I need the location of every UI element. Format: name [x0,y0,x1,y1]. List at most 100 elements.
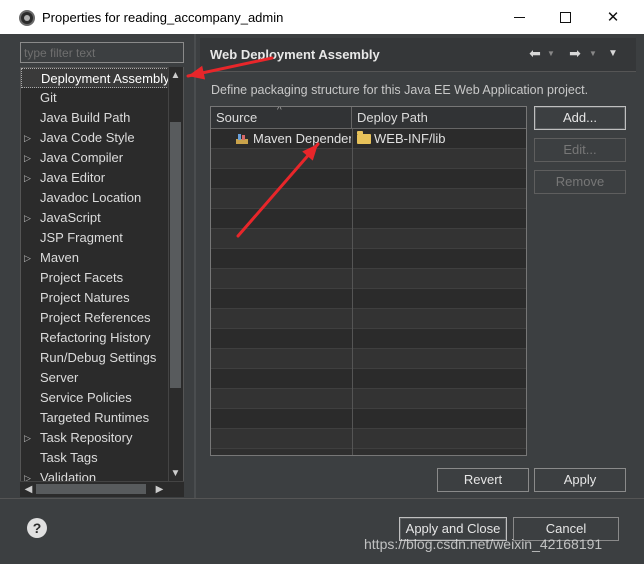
table-row[interactable] [211,289,526,309]
tree-item[interactable]: ▷ Java Editor [21,168,169,188]
tree-item[interactable]: Task Tags [21,448,169,468]
sort-caret-icon: ^ [277,106,282,116]
minimize-button[interactable] [496,0,542,34]
table-row[interactable] [211,249,526,269]
table-row[interactable]: Maven Dependen WEB-INF/lib [211,129,526,149]
tree-item-label: Task Repository [40,430,133,445]
close-icon: ✕ [606,9,620,26]
expand-arrow-icon[interactable]: ▷ [24,208,31,228]
filter-input[interactable] [20,42,184,63]
tree-item-label: Run/Debug Settings [40,350,157,365]
column-divider [352,129,353,455]
tree-hscroll-thumb[interactable] [36,484,146,494]
table-row[interactable] [211,309,526,329]
tree-item[interactable]: ▷ JavaScript [21,208,169,228]
help-icon[interactable]: ? [27,518,47,538]
expand-arrow-icon[interactable]: ▷ [24,248,31,268]
tree-item[interactable]: Java Build Path [21,108,169,128]
tree-item[interactable]: Targeted Runtimes [21,408,169,428]
revert-button[interactable]: Revert [437,468,529,492]
expand-arrow-icon[interactable]: ▷ [24,168,31,188]
watermark: https://blog.csdn.net/weixin_42168191 [364,536,603,552]
table-row[interactable] [211,149,526,169]
tree-item[interactable]: Server [21,368,169,388]
title-bar: Properties for reading_accompany_admin ✕ [0,0,644,34]
back-arrow-icon[interactable]: ⬅ [526,44,544,62]
eclipse-icon [19,10,35,26]
tree-item-label: JSP Fragment [40,230,123,245]
tree-item[interactable]: Service Policies [21,388,169,408]
column-header-source[interactable]: Source ^ [211,107,352,129]
table-row[interactable] [211,269,526,289]
tree-item[interactable]: Project Facets [21,268,169,288]
footer-divider [0,498,644,499]
assembly-table: Source ^ Deploy Path Maven Dependen WEB-I… [210,106,527,456]
tree-item-label: Java Build Path [40,110,131,125]
table-row[interactable] [211,349,526,369]
tree-item-label: Git [40,90,57,105]
tree-item-label: Java Editor [40,170,106,185]
tree-item[interactable]: Refactoring History [21,328,169,348]
tree-item-label: JavaScript [40,210,101,225]
back-menu-icon[interactable]: ▼ [546,44,556,62]
scroll-up-icon[interactable]: ▲ [168,68,183,83]
tree-item[interactable]: Project References [21,308,169,328]
table-row[interactable] [211,229,526,249]
scroll-right-icon[interactable]: ▶ [152,482,167,497]
tree-item[interactable]: Git [21,88,169,108]
table-row[interactable] [211,329,526,349]
table-row[interactable] [211,389,526,409]
forward-menu-icon[interactable]: ▼ [588,44,598,62]
tree-item[interactable]: Deployment Assembly [21,68,170,88]
table-row[interactable] [211,189,526,209]
tree-item-label: Deployment Assembly [41,71,170,86]
remove-button[interactable]: Remove [534,170,626,194]
tree-item-label: Project Facets [40,270,124,285]
tree-item-label: Task Tags [40,450,98,465]
close-button[interactable]: ✕ [590,0,636,34]
edit-button[interactable]: Edit... [534,138,626,162]
apply-button[interactable]: Apply [534,468,626,492]
tree-item[interactable]: ▷ Maven [21,248,169,268]
tree-item[interactable]: Run/Debug Settings [21,348,169,368]
scroll-left-icon[interactable]: ◀ [21,482,36,497]
column-header-deploy-path[interactable]: Deploy Path [352,107,526,129]
tree-item[interactable]: JSP Fragment [21,228,169,248]
tree-item[interactable]: ▷ Java Code Style [21,128,169,148]
tree-item-label: Server [40,370,79,385]
tree-item-label: Maven [40,250,80,265]
tree-item-label: Javadoc Location [40,190,142,205]
page-title: Web Deployment Assembly [210,47,380,62]
table-row[interactable] [211,169,526,189]
table-row[interactable] [211,429,526,449]
tree-item[interactable]: ▷ Java Compiler [21,148,169,168]
scroll-down-icon[interactable]: ▼ [168,466,183,481]
forward-arrow-icon[interactable]: ➡ [566,44,584,62]
property-tree: Deployment Assembly Git Java Build Path ▷ Ja… [20,67,184,497]
maximize-button[interactable] [542,0,588,34]
add-button[interactable]: Add... [534,106,626,130]
tree-item-label: Java Compiler [40,150,124,165]
expand-arrow-icon[interactable]: ▷ [24,428,31,448]
tree-item[interactable]: Project Natures [21,288,169,308]
tree-item-label: Targeted Runtimes [40,410,150,425]
source-cell: Maven Dependen [253,131,351,146]
table-row[interactable] [211,209,526,229]
tree-item-label: Java Code Style [40,130,135,145]
tree-item[interactable]: ▷ Task Repository [21,428,169,448]
maximize-icon [559,11,571,23]
expand-arrow-icon[interactable]: ▷ [24,128,31,148]
deploy-path-cell: WEB-INF/lib [374,131,446,146]
tree-item[interactable]: Javadoc Location [21,188,169,208]
view-menu-icon[interactable]: ▼ [606,44,620,62]
tree-item-label: Refactoring History [40,330,151,345]
tree-item-label: Service Policies [40,390,132,405]
panel-splitter[interactable] [194,34,196,498]
expand-arrow-icon[interactable]: ▷ [24,148,31,168]
tree-scroll-thumb[interactable] [170,122,181,388]
table-row[interactable] [211,369,526,389]
page-description: Define packaging structure for this Java… [211,83,589,97]
tree-item-label: Project Natures [40,290,130,305]
table-row[interactable] [211,409,526,429]
column-header-deploy-path-label: Deploy Path [357,110,428,125]
